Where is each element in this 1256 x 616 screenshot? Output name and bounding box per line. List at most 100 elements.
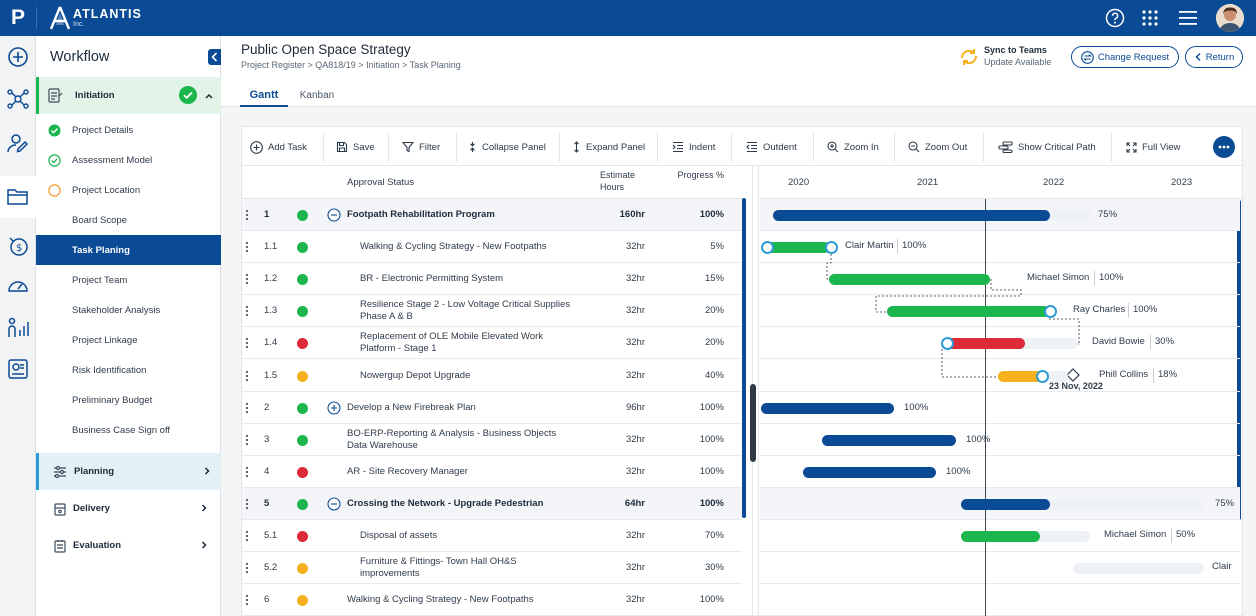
link-handle-icon[interactable] [825,241,838,254]
task-row[interactable]: 1 Footpath Rehabilitation Program 160hr … [242,199,742,231]
splitter-handle[interactable] [750,384,756,462]
show-critical-path-button[interactable]: Show Critical Path [998,136,1096,158]
sync-title[interactable]: Sync to Teams [984,45,1047,55]
expand-panel-button[interactable]: Expand Panel [572,136,645,158]
expand-row-icon[interactable] [327,401,341,415]
drag-handle-icon[interactable] [245,498,249,510]
add-circle-icon[interactable] [6,45,30,69]
app-logo[interactable]: P [6,5,30,31]
collapse-panel-button[interactable]: Collapse Panel [468,136,546,158]
task-row[interactable]: 1.1 Walking & Cycling Strategy - New Foo… [242,231,742,263]
sidebar-item-project-team[interactable]: Project Team [36,265,221,295]
task-name[interactable]: Footpath Rehabilitation Program [347,209,562,221]
sidebar-item-project-location[interactable]: Project Location [36,175,221,205]
collapse-row-icon[interactable] [327,497,341,511]
sidebar-item-project-details[interactable]: Project Details [36,115,221,145]
drag-handle-icon[interactable] [245,337,249,349]
change-request-button[interactable]: Change Request [1071,46,1179,68]
task-name[interactable]: Develop a New Firebreak Plan [347,402,562,414]
sidebar-item-preliminary-budget[interactable]: Preliminary Budget [36,385,221,415]
drag-handle-icon[interactable] [245,273,249,285]
sidebar-item-business-case-sign-off[interactable]: Business Case Sign off [36,415,221,445]
task-row[interactable]: 1.4 Replacement of OLE Mobile Elevated W… [242,327,742,359]
task-name[interactable]: Walking & Cycling Strategy - New Footpat… [360,241,575,253]
task-name[interactable]: Disposal of assets [360,530,575,542]
assignee-name[interactable]: David Bowie [1092,336,1145,347]
task-row[interactable]: 1.2 BR - Electronic Permitting System 32… [242,263,742,295]
task-name[interactable]: Resilience Stage 2 - Low Voltage Critica… [360,299,575,322]
drag-handle-icon[interactable] [245,434,249,446]
task-name[interactable]: Nowergup Depot Upgrade [360,370,575,382]
collapse-row-icon[interactable] [327,208,341,222]
drag-handle-icon[interactable] [245,466,249,478]
gauge-icon[interactable] [6,274,30,298]
user-edit-icon[interactable] [6,131,30,155]
save-button[interactable]: Save [336,136,375,158]
task-row[interactable]: 3 BO-ERP-Reporting & Analysis - Business… [242,424,742,456]
task-bar[interactable] [829,274,990,285]
sidebar-item-stakeholder-analysis[interactable]: Stakeholder Analysis [36,295,221,325]
breadcrumb[interactable]: Project Register > QA818/19 > Initiation… [241,60,461,70]
task-name[interactable]: Furniture & Fittings- Town Hall OH&S imp… [360,556,575,579]
folder-icon[interactable] [6,184,30,208]
report-icon[interactable] [6,357,30,381]
task-row[interactable]: 1.5 Nowergup Depot Upgrade 32hr 40% [242,360,742,392]
grid-scrollbar[interactable] [742,198,746,518]
column-progress[interactable]: Progress % [670,170,724,182]
network-icon[interactable] [6,87,30,111]
drag-handle-icon[interactable] [245,594,249,606]
hamburger-menu-icon[interactable] [1178,9,1198,27]
task-row[interactable]: 4 AR - Site Recovery Manager 32hr 100% [242,456,742,488]
assignee-name[interactable]: Ray Charles [1073,304,1125,315]
money-icon[interactable]: $ [6,234,30,258]
zoom-in-button[interactable]: Zoom In [827,136,879,158]
column-estimate-hours[interactable]: Estimate Hours [600,170,654,193]
task-row[interactable]: 5.2 Furniture & Fittings- Town Hall OH&S… [242,552,742,584]
task-name[interactable]: Replacement of OLE Mobile Elevated Work … [360,331,575,354]
link-handle-icon[interactable] [1036,370,1049,383]
sidebar-item-risk-identification[interactable]: Risk Identification [36,355,221,385]
more-options-button[interactable] [1213,136,1235,158]
task-bar[interactable] [761,403,894,414]
drag-handle-icon[interactable] [245,370,249,382]
task-name[interactable]: BO-ERP-Reporting & Analysis - Business O… [347,428,562,451]
drag-handle-icon[interactable] [245,402,249,414]
section-initiation[interactable]: Initiation [36,77,221,114]
task-row[interactable]: 1.3 Resilience Stage 2 - Low Voltage Cri… [242,295,742,327]
assignee-name[interactable]: Phill Collins [1099,369,1148,380]
sidebar-item-task-planing[interactable]: Task Planing [36,235,221,265]
column-approval-status[interactable]: Approval Status [347,177,414,188]
task-bar[interactable] [803,467,936,478]
assignee-name[interactable]: Clair [1212,561,1232,572]
drag-handle-icon[interactable] [245,241,249,253]
tab-kanban[interactable]: Kanban [292,84,342,107]
add-task-button[interactable]: Add Task [250,136,307,158]
apps-grid-icon[interactable] [1141,9,1159,27]
full-view-button[interactable]: Full View [1126,136,1180,158]
drag-handle-icon[interactable] [245,305,249,317]
filter-button[interactable]: Filter [402,136,440,158]
tab-gantt[interactable]: Gantt [240,84,288,107]
link-handle-icon[interactable] [1044,305,1057,318]
drag-handle-icon[interactable] [245,530,249,542]
assignee-name[interactable]: Clair Martin [845,240,894,251]
task-row[interactable]: 5.1 Disposal of assets 32hr 70% [242,520,742,552]
drag-handle-icon[interactable] [245,562,249,574]
section-planning[interactable]: Planning [36,453,221,490]
indent-button[interactable]: Indent [672,136,715,158]
outdent-button[interactable]: Outdent [746,136,797,158]
team-chart-icon[interactable] [6,316,30,340]
task-name[interactable]: AR - Site Recovery Manager [347,466,562,478]
task-name[interactable]: Walking & Cycling Strategy - New Footpat… [347,594,562,606]
task-row[interactable]: 6 Walking & Cycling Strategy - New Footp… [242,584,742,616]
return-button[interactable]: Return [1185,46,1243,68]
section-evaluation[interactable]: Evaluation [36,527,221,564]
task-name[interactable]: BR - Electronic Permitting System [360,273,575,285]
link-handle-icon[interactable] [941,337,954,350]
task-row[interactable]: 5 Crossing the Network - Upgrade Pedestr… [242,488,742,520]
sidebar-item-project-linkage[interactable]: Project Linkage [36,325,221,355]
task-row[interactable]: 2 Develop a New Firebreak Plan 96hr 100% [242,392,742,424]
user-avatar[interactable] [1216,4,1244,32]
milestone-diamond-icon[interactable] [1066,368,1080,382]
help-icon[interactable] [1105,8,1125,28]
